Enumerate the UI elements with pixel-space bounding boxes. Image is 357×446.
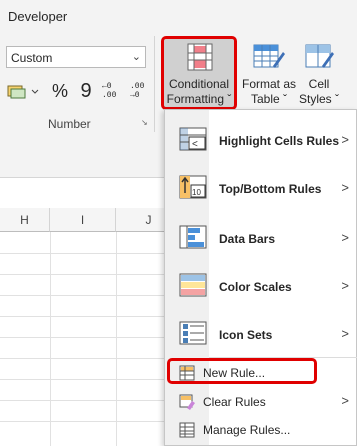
comma-style-button[interactable]: 9: [78, 80, 94, 102]
data-bars-icon: [179, 225, 207, 249]
accounting-format-button[interactable]: [6, 80, 42, 102]
number-group-label: Number: [48, 117, 91, 131]
number-format-value: Custom: [11, 51, 53, 65]
menu-item-color-scales[interactable]: Color Scales >: [165, 269, 357, 305]
menu-item-icon-sets[interactable]: Icon Sets >: [165, 317, 357, 353]
new-rule-highlight: [167, 358, 317, 384]
svg-text:10: 10: [192, 188, 201, 197]
clear-rules-icon: [179, 394, 195, 410]
format-as-table-icon: [253, 44, 285, 68]
menu-item-label: Clear Rules: [203, 395, 266, 409]
dialog-launcher-icon[interactable]: ↘: [141, 118, 151, 128]
color-scales-icon: [179, 273, 207, 297]
top-bottom-icon: 10: [179, 175, 207, 199]
conditional-formatting-label-2: Formatting ˇ: [166, 92, 232, 106]
increase-decimal-button[interactable]: ←0 .00: [102, 80, 124, 102]
column-header-h[interactable]: H: [0, 208, 50, 232]
chevron-right-icon: >: [341, 393, 349, 408]
number-format-buttons: % 9 ←0 .00 .00 →0: [6, 80, 151, 102]
manage-rules-icon: [179, 422, 195, 438]
icon-sets-icon: [179, 321, 207, 345]
column-header-i[interactable]: I: [50, 208, 116, 232]
conditional-formatting-label-1: Conditional: [168, 77, 230, 91]
conditional-formatting-menu: < Highlight Cells Rules > 10 Top/Bottom …: [164, 109, 357, 446]
cell-styles-button[interactable]: Cell Styles ˇ: [296, 40, 342, 108]
menu-item-label: Data Bars: [219, 232, 276, 246]
format-as-table-label-1: Format as: [241, 77, 296, 91]
chevron-down-icon: ⌄: [131, 51, 141, 63]
menu-item-clear-rules[interactable]: Clear Rules >: [165, 391, 357, 413]
format-as-table-button[interactable]: Format as Table ˇ: [240, 40, 298, 108]
menu-item-label: Top/Bottom Rules: [219, 182, 322, 196]
chevron-right-icon: >: [341, 230, 349, 245]
number-format-combo[interactable]: Custom ⌄: [6, 46, 146, 68]
cell-styles-label-2: Styles ˇ: [298, 92, 339, 106]
percent-style-button[interactable]: %: [50, 80, 70, 102]
conditional-formatting-button[interactable]: Conditional Formatting ˇ: [161, 36, 237, 110]
accounting-icon: [7, 85, 39, 99]
svg-text:<: <: [192, 139, 198, 150]
tab-developer[interactable]: Developer: [8, 9, 67, 24]
gridline: [116, 232, 117, 446]
conditional-formatting-icon: [187, 43, 213, 71]
chevron-right-icon: >: [341, 180, 349, 195]
menu-item-highlight-cells-rules[interactable]: < Highlight Cells Rules >: [165, 123, 357, 159]
group-divider: [154, 36, 155, 132]
menu-item-label: Icon Sets: [219, 328, 273, 342]
menu-item-label: Manage Rules...: [203, 423, 291, 437]
menu-item-data-bars[interactable]: Data Bars >: [165, 221, 357, 257]
chevron-right-icon: >: [341, 132, 349, 147]
cell-styles-icon: [305, 44, 334, 68]
menu-item-manage-rules[interactable]: Manage Rules...: [165, 419, 357, 441]
decrease-decimal-button[interactable]: .00 →0: [130, 80, 152, 102]
chevron-right-icon: >: [341, 326, 349, 341]
chevron-right-icon: >: [341, 278, 349, 293]
format-as-table-label-2: Table ˇ: [250, 92, 288, 106]
highlight-cells-icon: <: [179, 127, 207, 151]
gridline: [50, 232, 51, 446]
menu-item-label: Color Scales: [219, 280, 292, 294]
menu-item-label: Highlight Cells Rules: [219, 134, 340, 148]
menu-item-top-bottom-rules[interactable]: 10 Top/Bottom Rules >: [165, 171, 357, 207]
cell-styles-label-1: Cell: [308, 77, 330, 91]
